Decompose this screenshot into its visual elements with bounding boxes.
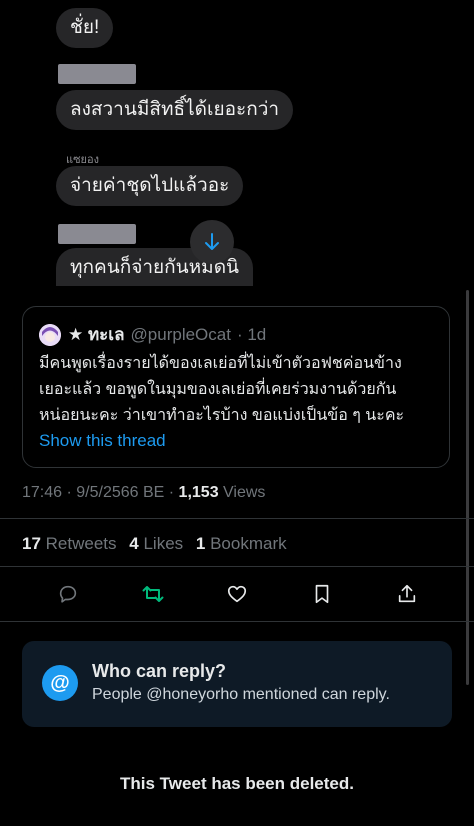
bookmarks-stat[interactable]: 1 Bookmark xyxy=(196,534,287,553)
tweet-timestamp: 17:46 · 9/5/2566 BE · 1,153 Views xyxy=(22,484,265,502)
retweets-label: Retweets xyxy=(45,534,117,553)
bookmark-icon xyxy=(315,584,329,604)
likes-label: Likes xyxy=(143,534,184,553)
deleted-notice: This Tweet has been deleted. xyxy=(120,774,354,793)
author-handle[interactable]: @purpleOcat xyxy=(131,325,231,345)
reply-restriction-subtitle: People @honeyorho mentioned can reply. xyxy=(92,686,390,703)
divider xyxy=(0,621,474,622)
show-thread-link[interactable]: Show this thread xyxy=(39,431,166,451)
at-sign-icon: @ xyxy=(42,665,78,701)
like-icon xyxy=(227,585,247,603)
retweet-button[interactable] xyxy=(135,576,171,612)
quoted-tweet-header: ★ ทะเล @purpleOcat · 1d xyxy=(39,321,266,348)
chat-bubble: จ่ายค่าชุดไปแล้วอะ xyxy=(56,166,244,206)
time-date[interactable]: 17:46 · 9/5/2566 BE · xyxy=(22,484,179,501)
quoted-tweet[interactable]: ★ ทะเล @purpleOcat · 1d มีคนพูดเรื่องราย… xyxy=(22,306,450,468)
tweet-age: · 1d xyxy=(236,324,267,344)
tweet-actions xyxy=(0,576,474,612)
censored-name xyxy=(58,64,136,84)
likes-count: 4 xyxy=(129,534,139,553)
quoted-tweet-text: มีคนพูดเรื่องรายได้ของเลเย่อที่ไม่เข้าตั… xyxy=(39,351,437,429)
avatar[interactable] xyxy=(39,323,61,346)
bookmarks-count: 1 xyxy=(195,534,206,553)
retweets-count: 17 xyxy=(22,534,41,553)
reply-restriction-title: Who can reply? xyxy=(92,661,227,681)
scroll-down-button[interactable] xyxy=(190,220,234,264)
reply-icon xyxy=(59,585,77,603)
share-button[interactable] xyxy=(389,576,425,612)
likes-stat[interactable]: 4 Likes xyxy=(129,534,183,553)
reply-restriction-box: @ Who can reply? People @honeyorho menti… xyxy=(22,641,452,727)
views-count: 1,153 xyxy=(178,484,219,501)
author-name[interactable]: ★ ทะเล xyxy=(68,321,125,348)
tweet-text-line: มีคนพูดเรื่องรายได้ของเลเย่อที่ไม่เข้าตั… xyxy=(39,355,402,372)
like-button[interactable] xyxy=(219,576,255,612)
reply-button[interactable] xyxy=(50,576,86,612)
share-icon xyxy=(398,584,416,603)
bookmark-button[interactable] xyxy=(304,576,340,612)
divider xyxy=(0,566,474,567)
views-label: Views xyxy=(218,484,266,501)
censored-name xyxy=(58,224,136,244)
chat-bubble: ชั่ย! xyxy=(56,8,114,48)
divider xyxy=(0,518,474,519)
engagement-stats: 17 Retweets 4 Likes 1 Bookmark xyxy=(22,534,287,554)
chat-bubble: ลงสวานมีสิทธิ์ได้เยอะกว่า xyxy=(56,90,294,130)
bookmarks-label: Bookmark xyxy=(210,534,287,553)
arrow-down-icon xyxy=(205,233,219,250)
scrollbar[interactable] xyxy=(466,290,469,685)
retweet-icon xyxy=(142,586,164,602)
tweet-text-line: หน่อยนะคะ ว่าเขาทำอะไรบ้าง ขอแบ่งเป็นข้อ… xyxy=(39,407,405,424)
retweets-stat[interactable]: 17 Retweets xyxy=(22,534,117,553)
tweet-text-line: เยอะแล้ว ขอพูดในมุมของเลเย่อที่เคยร่วมงา… xyxy=(39,381,397,398)
